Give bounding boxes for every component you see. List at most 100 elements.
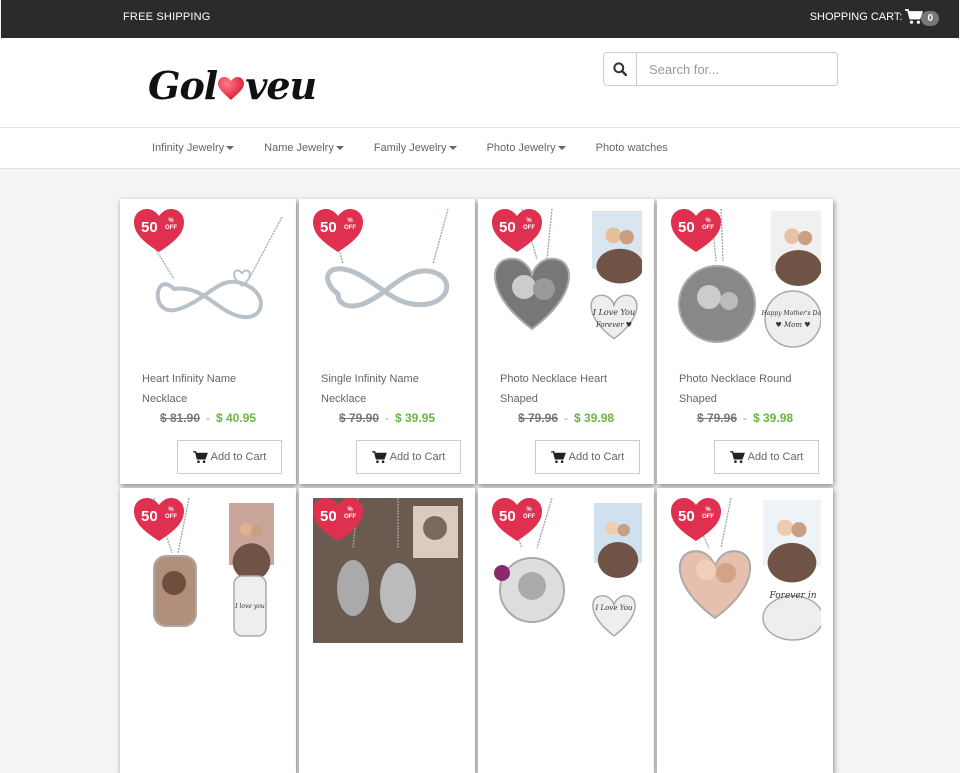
site-logo[interactable]: Gol veu bbox=[148, 63, 317, 108]
discount-value: 50 bbox=[499, 219, 516, 236]
product-card[interactable]: 50 % OFF Single Infinity Name Necklace $ 79.… bbox=[299, 199, 475, 484]
svg-text:Happy Mother's Day: Happy Mother's Day bbox=[761, 310, 821, 317]
cart-count-badge: 0 bbox=[921, 11, 939, 26]
search-box bbox=[603, 52, 838, 86]
product-card[interactable]: I love you 50 % OFF bbox=[120, 488, 296, 773]
product-price: $ 79.90- $ 39.95 bbox=[299, 411, 475, 425]
add-to-cart-button[interactable]: Add to Cart bbox=[177, 440, 282, 474]
discount-value: 50 bbox=[141, 219, 158, 236]
free-shipping-text: FREE SHIPPING bbox=[123, 11, 211, 23]
nav-item-infinity-jewelry[interactable]: Infinity Jewelry bbox=[137, 128, 249, 168]
discount-value: 50 bbox=[499, 508, 516, 525]
discount-badge: 50 % OFF bbox=[671, 498, 721, 542]
nav-item-name-jewelry[interactable]: Name Jewelry bbox=[249, 128, 359, 168]
discount-unit: % OFF bbox=[702, 218, 714, 231]
caret-down-icon bbox=[335, 146, 344, 150]
product-name[interactable]: Single Infinity Name Necklace bbox=[321, 369, 456, 409]
shopping-cart-label: SHOPPING CART: bbox=[809, 11, 903, 23]
add-to-cart-label: Add to Cart bbox=[210, 451, 267, 463]
shopping-cart-link[interactable]: SHOPPING CART: 0 bbox=[810, 8, 939, 26]
cart-icon bbox=[371, 450, 387, 463]
original-price: $ 79.96 bbox=[696, 411, 737, 425]
discount-unit: % OFF bbox=[523, 218, 535, 231]
logo-text-right: veu bbox=[245, 63, 317, 108]
original-price: $ 81.90 bbox=[159, 411, 200, 425]
product-image[interactable]: I Love You 50 % OFF bbox=[492, 498, 642, 643]
discount-badge: 50 % OFF bbox=[492, 209, 542, 253]
price-separator: - bbox=[743, 411, 747, 425]
discount-badge: 50 % OFF bbox=[134, 498, 184, 542]
caret-down-icon bbox=[226, 146, 235, 150]
sale-price: $ 39.95 bbox=[395, 411, 436, 425]
sale-price: $ 39.98 bbox=[753, 411, 794, 425]
add-to-cart-button[interactable]: Add to Cart bbox=[535, 440, 640, 474]
discount-value: 50 bbox=[678, 219, 695, 236]
original-price: $ 79.90 bbox=[338, 411, 379, 425]
top-bar: FREE SHIPPING SHOPPING CART: 0 bbox=[1, 0, 959, 38]
product-card[interactable]: 50 % OFF bbox=[299, 488, 475, 773]
product-name[interactable]: Photo Necklace Round Shaped bbox=[679, 369, 814, 409]
price-separator: - bbox=[206, 411, 210, 425]
caret-down-icon bbox=[448, 146, 457, 150]
product-image[interactable]: 50 % OFF bbox=[313, 209, 463, 354]
discount-value: 50 bbox=[141, 508, 158, 525]
svg-text:I love you: I love you bbox=[234, 603, 265, 610]
product-card[interactable]: Forever in 50% OFF bbox=[657, 488, 833, 773]
cart-icon bbox=[192, 450, 208, 463]
product-card[interactable]: I Love You Forever ♥ 50 % OFF Photo Necklace… bbox=[478, 199, 654, 484]
nav-item-label: Family Jewelry bbox=[373, 142, 447, 154]
product-price: $ 79.96- $ 39.98 bbox=[657, 411, 833, 425]
product-image[interactable]: 50 % OFF bbox=[134, 209, 284, 354]
product-name[interactable]: Heart Infinity Name Necklace bbox=[142, 369, 277, 409]
sale-price: $ 39.98 bbox=[574, 411, 615, 425]
discount-badge: 50 % OFF bbox=[134, 209, 184, 253]
heart-logo-icon bbox=[218, 76, 245, 100]
add-to-cart-label: Add to Cart bbox=[747, 451, 804, 463]
svg-text:I Love You: I Love You bbox=[595, 604, 633, 612]
product-name[interactable]: Photo Necklace Heart Shaped bbox=[500, 369, 635, 409]
discount-badge: 50 % OFF bbox=[492, 498, 542, 542]
svg-text:I Love You: I Love You bbox=[592, 308, 635, 317]
original-price: $ 79.96 bbox=[517, 411, 558, 425]
product-price: $ 81.90- $ 40.95 bbox=[120, 411, 296, 425]
discount-unit: % OFF bbox=[344, 507, 356, 520]
search-icon bbox=[613, 62, 627, 76]
search-button[interactable] bbox=[604, 53, 637, 85]
discount-badge: 50 % OFF bbox=[313, 498, 363, 542]
discount-unit: % OFF bbox=[702, 507, 714, 520]
search-input[interactable] bbox=[637, 53, 837, 85]
product-price: $ 79.96- $ 39.98 bbox=[478, 411, 654, 425]
cart-icon bbox=[550, 450, 566, 463]
discount-badge: 50 % OFF bbox=[313, 209, 363, 253]
add-to-cart-button[interactable]: Add to Cart bbox=[714, 440, 819, 474]
nav-item-label: Photo watches bbox=[595, 142, 668, 154]
product-card[interactable]: I Love You 50 % OFF bbox=[478, 488, 654, 773]
discount-unit: % OFF bbox=[344, 218, 356, 231]
add-to-cart-button[interactable]: Add to Cart bbox=[356, 440, 461, 474]
product-image[interactable]: Forever in 50% OFF bbox=[671, 498, 821, 643]
discount-value: 50 bbox=[678, 508, 695, 525]
site-header: Gol veu bbox=[0, 38, 960, 127]
product-card[interactable]: Happy Mother's Day ♥ Mom ♥ 50 % OFF Photo Ne… bbox=[657, 199, 833, 484]
nav-item-label: Name Jewelry bbox=[264, 142, 334, 154]
logo-text-left: Gol bbox=[148, 63, 218, 108]
product-image[interactable]: I Love You Forever ♥ 50 % OFF bbox=[492, 209, 642, 354]
price-separator: - bbox=[564, 411, 568, 425]
add-to-cart-label: Add to Cart bbox=[389, 451, 446, 463]
nav-item-label: Infinity Jewelry bbox=[152, 142, 225, 154]
discount-unit: % OFF bbox=[523, 507, 535, 520]
main-navigation: Infinity Jewelry Name Jewelry Family Jewel… bbox=[0, 127, 960, 169]
nav-item-photo-jewelry[interactable]: Photo Jewelry bbox=[472, 128, 581, 168]
product-card[interactable]: 50 % OFF Heart Infinity Name Necklace $ 81.9… bbox=[120, 199, 296, 484]
product-image[interactable]: I love you 50 % OFF bbox=[134, 498, 284, 643]
product-image[interactable]: 50 % OFF bbox=[313, 498, 463, 643]
cart-icon bbox=[729, 450, 745, 463]
discount-unit: % OFF bbox=[165, 507, 177, 520]
nav-item-photo-watches[interactable]: Photo watches bbox=[581, 128, 683, 168]
nav-item-family-jewelry[interactable]: Family Jewelry bbox=[359, 128, 472, 168]
add-to-cart-label: Add to Cart bbox=[568, 451, 625, 463]
product-image[interactable]: Happy Mother's Day ♥ Mom ♥ 50 % OFF bbox=[671, 209, 821, 354]
sale-price: $ 40.95 bbox=[216, 411, 257, 425]
nav-item-label: Photo Jewelry bbox=[486, 142, 556, 154]
discount-unit: % OFF bbox=[165, 218, 177, 231]
